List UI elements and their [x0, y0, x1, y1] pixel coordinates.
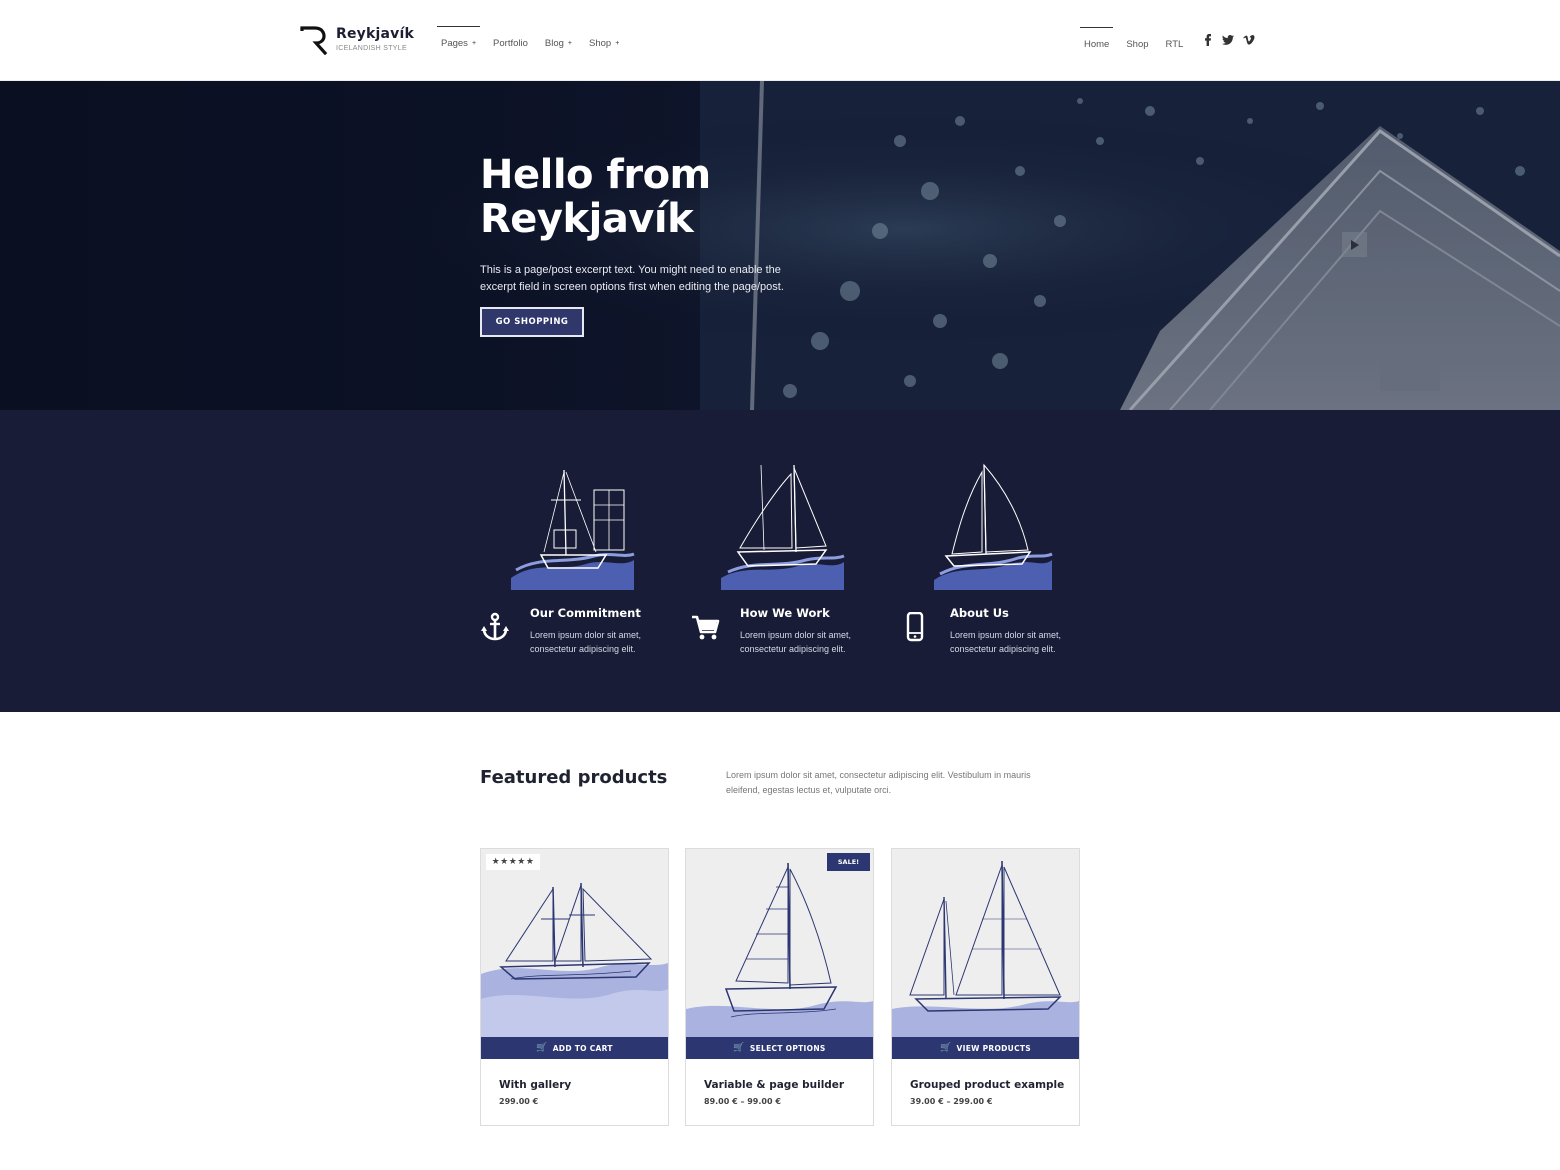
button-label: ADD TO CART [552, 1043, 613, 1053]
nav-label: Home [1084, 39, 1110, 50]
harbor-boat-illustration [511, 469, 635, 590]
cart-icon: 🛒 [939, 1043, 952, 1053]
rating-stars: ★★★★★ [486, 854, 540, 870]
product-name[interactable]: Grouped product example [910, 1079, 1064, 1091]
logo-r-icon [300, 26, 328, 55]
nav-label: Portfolio [493, 37, 528, 49]
product-image[interactable] [892, 849, 1079, 1037]
nav-item-rtl[interactable]: RTL [1162, 27, 1188, 53]
plus-icon: + [615, 39, 620, 47]
nav-item-shop[interactable]: Shop + [585, 26, 623, 52]
phone-icon [906, 612, 924, 642]
catamaran-illustration [686, 862, 873, 1037]
nav-item-pages[interactable]: Pages + [437, 26, 481, 52]
feature-title: About Us [950, 606, 1009, 620]
nav-item-shop-secondary[interactable]: Shop [1122, 27, 1152, 53]
product-name[interactable]: With gallery [499, 1079, 571, 1091]
nav-item-portfolio[interactable]: Portfolio [489, 26, 532, 52]
add-to-cart-button[interactable]: 🛒 ADD TO CART [481, 1037, 668, 1059]
site-header: Reykjavík ICELANDISH STYLE Pages + Portf… [0, 0, 1560, 81]
social-links [1200, 33, 1263, 47]
select-options-button[interactable]: 🛒 SELECT OPTIONS [686, 1037, 873, 1059]
anchor-icon [481, 612, 509, 641]
brand-tagline: ICELANDISH STYLE [336, 45, 407, 52]
vimeo-icon[interactable] [1242, 33, 1256, 47]
cart-icon: 🛒 [536, 1043, 548, 1053]
play-video-button[interactable] [1342, 232, 1367, 257]
button-label: SELECT OPTIONS [749, 1043, 826, 1053]
featured-products-title: Featured products [480, 767, 668, 788]
product-image[interactable]: ★★★★★ [481, 849, 668, 1037]
nav-item-home[interactable]: Home [1080, 27, 1114, 53]
twitter-icon[interactable] [1221, 33, 1235, 47]
hero-banner: Hello from Reykjavík This is a page/post… [0, 81, 1560, 410]
product-price: 299.00 € [499, 1097, 539, 1106]
product-card[interactable]: 🛒 VIEW PRODUCTS Grouped product example … [891, 848, 1080, 1126]
single-sail-illustration [934, 463, 1053, 590]
plus-icon: + [567, 39, 572, 47]
sailboat-illustration [721, 464, 845, 590]
button-label: VIEW PRODUCTS [956, 1043, 1031, 1053]
schooner-illustration [481, 882, 668, 1037]
hero-excerpt: This is a page/post excerpt text. You mi… [480, 264, 784, 293]
ketch-illustration [892, 860, 1079, 1037]
facebook-icon[interactable] [1200, 33, 1214, 47]
feature-text: Lorem ipsum dolor sit amet, consectetur … [740, 630, 852, 654]
primary-nav: Pages + Portfolio Blog + Shop + [437, 26, 632, 52]
feature-text: Lorem ipsum dolor sit amet, consectetur … [950, 630, 1062, 654]
product-name[interactable]: Variable & page builder [704, 1079, 844, 1091]
feature-title: How We Work [740, 606, 830, 620]
nav-label: Blog [544, 37, 564, 49]
plus-icon: + [471, 40, 477, 47]
feature-text: Lorem ipsum dolor sit amet, consectetur … [530, 630, 642, 654]
play-icon [1351, 239, 1359, 250]
features-section: Our Commitment Lorem ipsum dolor sit ame… [0, 410, 1560, 712]
hero-title-line: Reykjavík [480, 196, 694, 242]
site-logo[interactable]: Reykjavík ICELANDISH STYLE [300, 25, 414, 55]
go-shopping-button[interactable]: GO SHOPPING [480, 307, 584, 337]
hero-title: Hello from Reykjavík [480, 153, 880, 241]
hero-background-image [0, 81, 1560, 410]
secondary-nav: Home Shop RTL [1080, 27, 1196, 53]
featured-products-description: Lorem ipsum dolor sit amet, consectetur … [726, 770, 1031, 795]
nav-label: RTL [1165, 38, 1184, 50]
product-card[interactable]: ★★★★★ 🛒 ADD TO CART With gallery 299.00 … [480, 848, 669, 1126]
sale-badge: SALE! [827, 853, 870, 871]
nav-item-blog[interactable]: Blog + [541, 26, 576, 52]
product-price: 39.00 € – 299.00 € [910, 1097, 993, 1106]
product-card[interactable]: SALE! 🛒 SELECT OPTIONS Variable & page b… [685, 848, 874, 1126]
hero-title-line: Hello from [480, 152, 711, 198]
nav-label: Shop [589, 37, 612, 49]
cart-icon: 🛒 [733, 1043, 745, 1053]
product-image[interactable]: SALE! [686, 849, 873, 1037]
nav-label: Pages [441, 38, 468, 49]
product-price: 89.00 € – 99.00 € [704, 1097, 781, 1106]
feature-title: Our Commitment [530, 606, 641, 620]
view-products-button[interactable]: 🛒 VIEW PRODUCTS [892, 1037, 1079, 1059]
cart-icon [692, 615, 720, 640]
brand-name: Reykjavík [336, 26, 414, 42]
nav-label: Shop [1126, 38, 1149, 50]
